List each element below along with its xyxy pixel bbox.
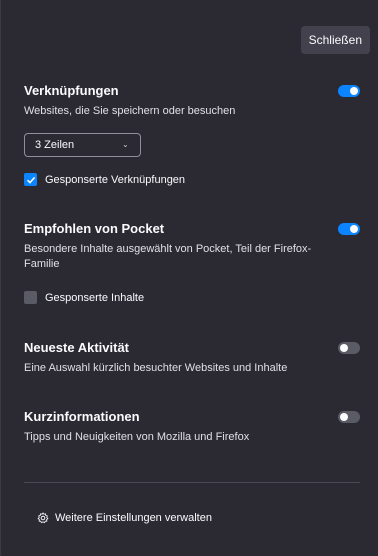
sponsored-content-row[interactable]: Gesponserte Inhalte — [24, 291, 144, 304]
gear-icon — [37, 512, 49, 524]
toggle-knob — [340, 344, 348, 352]
section-shortcuts: Verknüpfungen Websites, die Sie speicher… — [24, 83, 360, 193]
toggle-snippets[interactable] — [338, 411, 360, 423]
chevron-down-icon: ⌄ — [122, 140, 129, 149]
toggle-knob — [350, 225, 358, 233]
toggle-shortcuts[interactable] — [338, 85, 360, 97]
section-title-shortcuts: Verknüpfungen — [24, 83, 119, 98]
section-snippets: Kurzinformationen Tipps und Neuigkeiten … — [24, 409, 360, 449]
section-desc-pocket: Besondere Inhalte ausgewählt von Pocket,… — [24, 243, 312, 270]
section-title-pocket: Empfohlen von Pocket — [24, 221, 165, 236]
sponsored-content-checkbox[interactable] — [24, 291, 37, 304]
sponsored-shortcuts-row[interactable]: Gesponserte Verknüpfungen — [24, 173, 185, 186]
toggle-knob — [340, 413, 348, 421]
manage-settings-link[interactable]: Weitere Einstellungen verwalten — [37, 512, 212, 524]
section-desc-shortcuts: Websites, die Sie speichern oder besuche… — [24, 105, 236, 117]
sponsored-shortcuts-label: Gesponserte Verknüpfungen — [45, 173, 186, 186]
section-pocket: Empfohlen von Pocket Besondere Inhalte a… — [24, 221, 360, 311]
section-desc-activity: Eine Auswahl kürzlich besuchter Websites… — [24, 362, 288, 374]
customize-panel: Schließen Verknüpfungen Websites, die Si… — [0, 0, 378, 556]
toggle-activity[interactable] — [338, 342, 360, 354]
divider — [24, 482, 360, 483]
check-icon — [26, 176, 35, 184]
close-button[interactable]: Schließen — [300, 26, 370, 54]
sponsored-shortcuts-checkbox[interactable] — [24, 173, 37, 186]
manage-settings-label: Weitere Einstellungen verwalten — [55, 512, 212, 524]
toggle-knob — [350, 87, 358, 95]
section-desc-snippets: Tipps und Neuigkeiten von Mozilla und Fi… — [24, 431, 250, 443]
section-title-snippets: Kurzinformationen — [24, 409, 140, 424]
section-activity: Neueste Aktivität Eine Auswahl kürzlich … — [24, 340, 360, 380]
toggle-pocket[interactable] — [338, 223, 360, 235]
rows-select-value: 3 Zeilen — [35, 139, 75, 151]
rows-select[interactable]: 3 Zeilen ⌄ — [24, 133, 141, 157]
section-title-activity: Neueste Aktivität — [24, 340, 129, 355]
sponsored-content-label: Gesponserte Inhalte — [45, 291, 145, 304]
